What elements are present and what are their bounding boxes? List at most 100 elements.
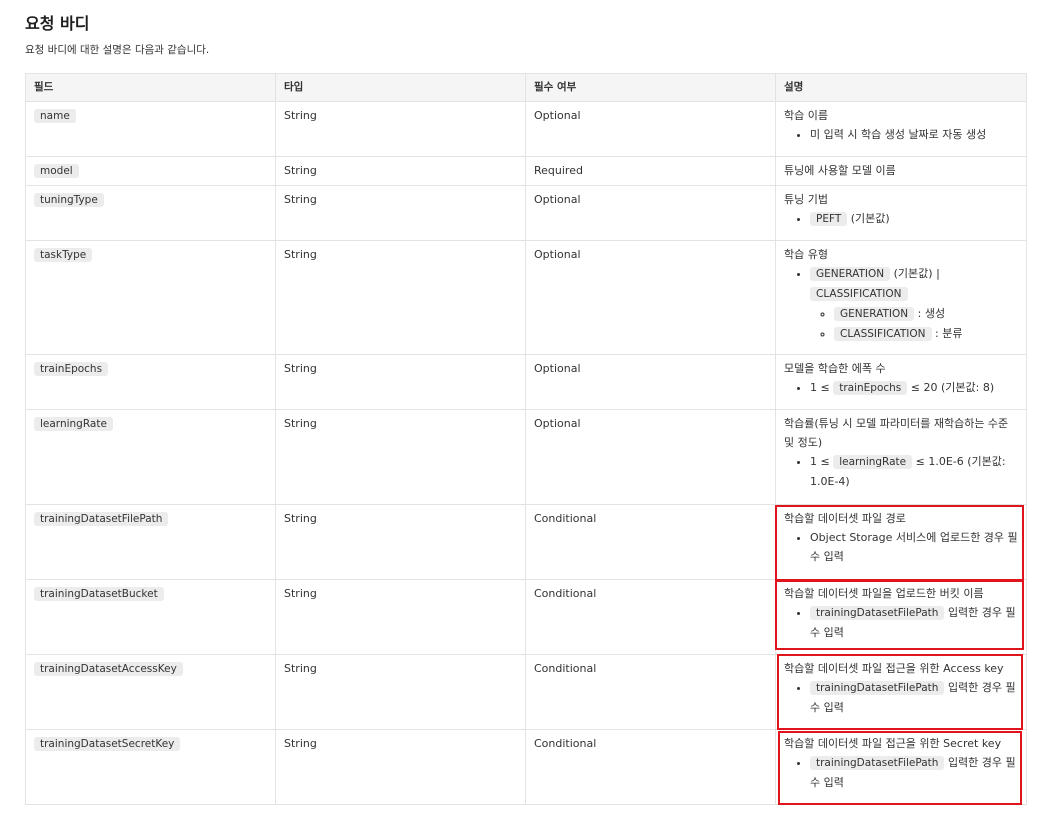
column-header-field: 필드 bbox=[25, 73, 276, 102]
description-text: 학습할 데이터셋 파일을 업로드한 버킷 이름 bbox=[784, 587, 984, 600]
description-bullet: 미 입력 시 학습 생성 날짜로 자동 생성 bbox=[810, 125, 1018, 144]
required-cell: Optional bbox=[525, 185, 776, 241]
field-name-code: trainingDatasetAccessKey bbox=[34, 662, 183, 676]
description-list: trainingDatasetFilePath 입력한 경우 필수 입력 bbox=[784, 603, 1018, 642]
field-name-code: model bbox=[34, 164, 79, 178]
field-cell: trainingDatasetFilePath bbox=[25, 504, 276, 580]
field-name-code: name bbox=[34, 109, 76, 123]
inline-code: PEFT bbox=[810, 212, 848, 226]
inline-code: GENERATION bbox=[834, 307, 915, 321]
description-cell: 모델을 학습한 에폭 수 1 ≤ trainEpochs ≤ 20 (기본값: … bbox=[775, 354, 1027, 410]
type-cell: String bbox=[275, 579, 526, 655]
field-name-code: taskType bbox=[34, 248, 93, 262]
inline-code: CLASSIFICATION bbox=[834, 327, 932, 341]
description-list: trainingDatasetFilePath 입력한 경우 필수 입력 bbox=[784, 678, 1018, 717]
description-text: 모델을 학습한 에폭 수 bbox=[784, 362, 886, 375]
field-name-code: tuningType bbox=[34, 193, 104, 207]
table-row: model String Required 튜닝에 사용할 모델 이름 bbox=[25, 156, 1027, 186]
bullet-text: ≤ 20 (기본값: 8) bbox=[910, 381, 995, 394]
page-description: 요청 바디에 대한 설명은 다음과 같습니다. bbox=[25, 44, 210, 56]
bullet-text: : 생성 bbox=[917, 307, 946, 320]
inline-code: trainingDatasetFilePath bbox=[810, 606, 945, 620]
description-text: 학습 이름 bbox=[784, 109, 828, 122]
field-cell: trainingDatasetAccessKey bbox=[25, 654, 276, 730]
required-cell: Conditional bbox=[525, 504, 776, 580]
bullet-text: (기본값) bbox=[850, 212, 890, 225]
description-cell: 학습 유형 GENERATION (기본값) | CLASSIFICATION … bbox=[775, 240, 1027, 355]
field-name-code: trainingDatasetBucket bbox=[34, 587, 164, 601]
type-cell: String bbox=[275, 185, 526, 241]
required-cell: Optional bbox=[525, 101, 776, 157]
field-cell: model bbox=[25, 156, 276, 186]
description-bullet: trainingDatasetFilePath 입력한 경우 필수 입력 bbox=[810, 753, 1018, 792]
table-row: learningRate String Optional 학습률(튜닝 시 모델… bbox=[25, 409, 1027, 505]
type-cell: String bbox=[275, 504, 526, 580]
inline-code: trainingDatasetFilePath bbox=[810, 756, 945, 770]
description-list: Object Storage 서비스에 업로드한 경우 필수 입력 bbox=[784, 528, 1018, 566]
required-cell: Optional bbox=[525, 354, 776, 410]
table-row: tuningType String Optional 튜닝 기법 PEFT (기… bbox=[25, 185, 1027, 241]
inline-code: GENERATION bbox=[810, 267, 891, 281]
description-list: 1 ≤ trainEpochs ≤ 20 (기본값: 8) bbox=[784, 378, 1018, 398]
table-row: trainEpochs String Optional 모델을 학습한 에폭 수… bbox=[25, 354, 1027, 410]
description-bullet: GENERATION (기본값) | CLASSIFICATION GENERA… bbox=[810, 264, 1018, 344]
inline-code: learningRate bbox=[833, 455, 913, 469]
request-body-table: 필드 타입 필수 여부 설명 name String Optional 학습 이… bbox=[25, 73, 1027, 805]
description-bullet: trainingDatasetFilePath 입력한 경우 필수 입력 bbox=[810, 603, 1018, 642]
field-cell: trainEpochs bbox=[25, 354, 276, 410]
required-cell: Optional bbox=[525, 409, 776, 505]
description-cell: 학습할 데이터셋 파일 접근을 위한 Access key trainingDa… bbox=[775, 654, 1027, 730]
required-cell: Conditional bbox=[525, 579, 776, 655]
type-cell: String bbox=[275, 409, 526, 505]
description-text: 학습할 데이터셋 파일 접근을 위한 Secret key bbox=[784, 737, 1002, 750]
description-bullet: trainingDatasetFilePath 입력한 경우 필수 입력 bbox=[810, 678, 1018, 717]
table-row: trainingDatasetSecretKey String Conditio… bbox=[25, 729, 1027, 805]
description-cell: 학습할 데이터셋 파일 경로 Object Storage 서비스에 업로드한 … bbox=[775, 504, 1027, 581]
description-sublist: GENERATION : 생성 CLASSIFICATION : 분류 bbox=[810, 304, 1018, 344]
table-row: trainingDatasetBucket String Conditional… bbox=[25, 579, 1027, 655]
field-cell: trainingDatasetSecretKey bbox=[25, 729, 276, 805]
description-cell: 튜닝에 사용할 모델 이름 bbox=[775, 156, 1027, 186]
field-cell: name bbox=[25, 101, 276, 157]
type-cell: String bbox=[275, 240, 526, 355]
required-cell: Conditional bbox=[525, 729, 776, 805]
field-name-code: trainingDatasetFilePath bbox=[34, 512, 169, 526]
type-cell: String bbox=[275, 156, 526, 186]
field-cell: trainingDatasetBucket bbox=[25, 579, 276, 655]
description-list: 1 ≤ learningRate ≤ 1.0E-6 (기본값: 1.0E-4) bbox=[784, 452, 1018, 491]
description-bullet: 1 ≤ learningRate ≤ 1.0E-6 (기본값: 1.0E-4) bbox=[810, 452, 1018, 491]
description-list: trainingDatasetFilePath 입력한 경우 필수 입력 bbox=[784, 753, 1018, 792]
table-row: name String Optional 학습 이름 미 입력 시 학습 생성 … bbox=[25, 101, 1027, 157]
required-cell: Conditional bbox=[525, 654, 776, 730]
description-list: GENERATION (기본값) | CLASSIFICATION GENERA… bbox=[784, 264, 1018, 344]
column-header-required: 필수 여부 bbox=[525, 73, 776, 102]
type-cell: String bbox=[275, 101, 526, 157]
field-name-code: learningRate bbox=[34, 417, 113, 431]
bullet-text: : 분류 bbox=[935, 327, 963, 340]
description-subbullet: CLASSIFICATION : 분류 bbox=[834, 324, 1018, 344]
description-text: 튜닝 기법 bbox=[784, 193, 828, 206]
description-bullet: 1 ≤ trainEpochs ≤ 20 (기본값: 8) bbox=[810, 378, 1018, 398]
field-name-code: trainingDatasetSecretKey bbox=[34, 737, 181, 751]
description-cell: 튜닝 기법 PEFT (기본값) bbox=[775, 185, 1027, 241]
description-cell: 학습할 데이터셋 파일 접근을 위한 Secret key trainingDa… bbox=[775, 729, 1027, 805]
field-cell: taskType bbox=[25, 240, 276, 355]
bullet-text: 미 입력 시 학습 생성 날짜로 자동 생성 bbox=[810, 128, 987, 141]
table-row: trainingDatasetAccessKey String Conditio… bbox=[25, 654, 1027, 730]
bullet-text: Object Storage 서비스에 업로드한 경우 필수 입력 bbox=[810, 531, 1018, 563]
description-text: 학습할 데이터셋 파일 경로 bbox=[784, 512, 906, 525]
type-cell: String bbox=[275, 729, 526, 805]
description-bullet: PEFT (기본값) bbox=[810, 209, 1018, 229]
page-title: 요청 바디 bbox=[25, 14, 90, 33]
description-text: 학습 유형 bbox=[784, 248, 828, 261]
description-text: 학습률(튜닝 시 모델 파라미터를 재학습하는 수준 및 정도) bbox=[784, 417, 1009, 449]
table-row: trainingDatasetFilePath String Condition… bbox=[25, 504, 1027, 581]
type-cell: String bbox=[275, 654, 526, 730]
bullet-text: 1 ≤ bbox=[810, 455, 830, 468]
table-header-row: 필드 타입 필수 여부 설명 bbox=[25, 73, 1027, 102]
description-list: 미 입력 시 학습 생성 날짜로 자동 생성 bbox=[784, 125, 1018, 144]
bullet-text: 1 ≤ bbox=[810, 381, 830, 394]
description-cell: 학습률(튜닝 시 모델 파라미터를 재학습하는 수준 및 정도) 1 ≤ lea… bbox=[775, 409, 1027, 505]
required-cell: Optional bbox=[525, 240, 776, 355]
field-name-code: trainEpochs bbox=[34, 362, 109, 376]
